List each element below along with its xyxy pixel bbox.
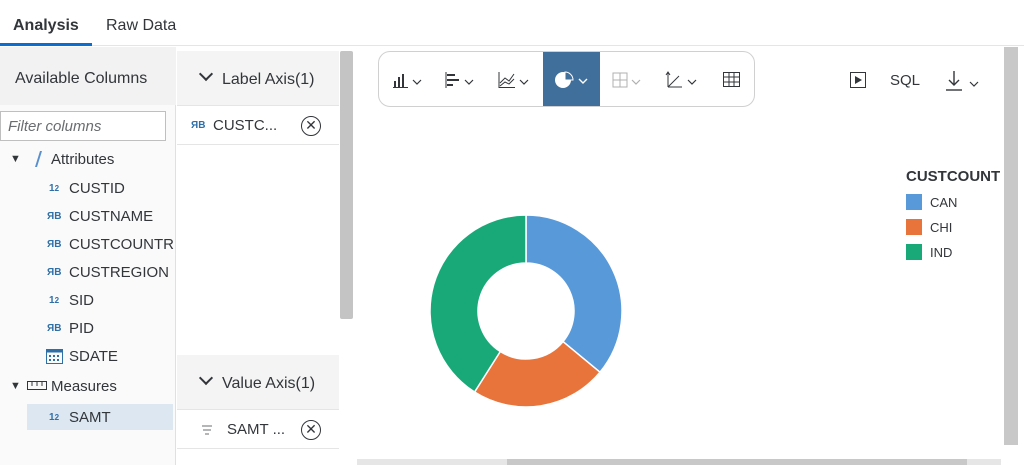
horizontal-bar-icon[interactable] [435,52,485,106]
remove-icon[interactable]: ✕ [301,116,321,136]
label-axis-item[interactable]: ЯB CUSTC... ✕ [177,107,339,145]
available-columns-header: Available Columns [0,47,176,105]
horizontal-scrollbar[interactable] [357,459,1001,465]
caret-down-icon[interactable]: ▼ [10,153,21,165]
legend-title: CUSTCOUNT [906,168,1001,185]
numeric-type-icon: 12 [49,294,60,306]
aggregation-icon [202,425,212,435]
download-icon[interactable] [944,70,980,96]
vertical-scrollbar[interactable] [1004,47,1018,445]
calendar-icon [46,349,63,364]
column-item[interactable]: 12 SID [0,287,176,313]
column-name: SAMT [69,408,111,426]
line-chart-icon[interactable] [489,52,539,106]
filter-columns-input[interactable]: Filter columns [0,111,166,141]
legend-label: CAN [930,195,958,210]
value-axis-item-text: SAMT ... [227,421,286,438]
value-axis-title: Value Axis(1) [222,375,316,392]
attributes-group[interactable]: ▼ Attributes [0,146,176,172]
tab-bar: Analysis Raw Data [0,0,1024,46]
column-name: SID [69,291,95,309]
column-name: CUSTID [69,179,125,197]
measures-group[interactable]: ▼ Measures [0,373,176,399]
column-name: PID [69,319,95,337]
label-axis-header[interactable]: Label Axis(1) [177,51,339,106]
axis-panel-scrollbar[interactable] [340,51,353,319]
column-item[interactable]: ЯB CUSTREGION [0,259,176,285]
column-item[interactable]: ЯB PID [0,315,176,341]
numeric-type-icon: 12 [49,411,60,423]
column-name: CUSTNAME [69,207,154,225]
text-type-icon: ЯB [191,120,206,131]
donut-slice-can[interactable] [525,214,623,374]
scrollbar-thumb[interactable] [507,459,967,465]
label-axis-title: Label Axis(1) [222,71,315,88]
text-type-icon: ЯB [47,266,62,278]
available-columns-title: Available Columns [15,70,148,87]
play-icon[interactable] [850,72,866,92]
text-type-icon: ЯB [47,210,62,222]
legend-swatch [906,219,922,235]
bar-chart-icon[interactable] [383,52,433,106]
measures-label: Measures [51,377,117,395]
pie-chart-icon[interactable] [543,52,600,106]
column-name: CUSTREGION [69,263,170,281]
label-axis-item-text: CUSTC... [213,117,278,134]
legend-label: CHI [930,220,953,235]
sql-button[interactable]: SQL [890,72,920,89]
active-tab-indicator [0,43,92,46]
column-item[interactable]: ЯB CUSTNAME [0,203,176,229]
value-axis-item[interactable]: SAMT ... ✕ [177,411,339,449]
legend-label: IND [930,245,953,260]
column-item[interactable]: SDATE [0,343,176,369]
available-columns-panel: Available Columns Filter columns ▼ Attri… [0,47,176,465]
attribute-icon [35,151,42,167]
legend-swatch [906,194,922,210]
column-item[interactable]: ЯB CUSTCOUNTR [0,231,176,257]
caret-down-icon[interactable]: ▼ [10,380,21,392]
column-item-selected[interactable]: 12 SAMT [27,404,173,430]
legend-swatch [906,244,922,260]
column-name: SDATE [69,347,118,365]
tab-analysis[interactable]: Analysis [13,17,79,35]
scatter-icon[interactable] [603,52,653,106]
remove-icon[interactable]: ✕ [301,420,321,440]
column-name: CUSTCOUNTR [69,235,174,253]
donut-chart [429,214,623,408]
ruler-icon [27,381,47,390]
attributes-label: Attributes [51,150,115,168]
value-axis-header[interactable]: Value Axis(1) [177,355,339,410]
chevron-down-icon [198,66,214,82]
tab-raw-data[interactable]: Raw Data [106,17,176,35]
text-type-icon: ЯB [47,322,62,334]
column-item[interactable]: 12 CUSTID [0,175,176,201]
numeric-type-icon: 12 [49,182,60,194]
chart-type-toolbar [378,51,755,107]
axis-icon[interactable] [657,52,707,106]
chevron-down-icon [198,370,214,386]
table-icon[interactable] [707,52,754,106]
text-type-icon: ЯB [47,238,62,250]
